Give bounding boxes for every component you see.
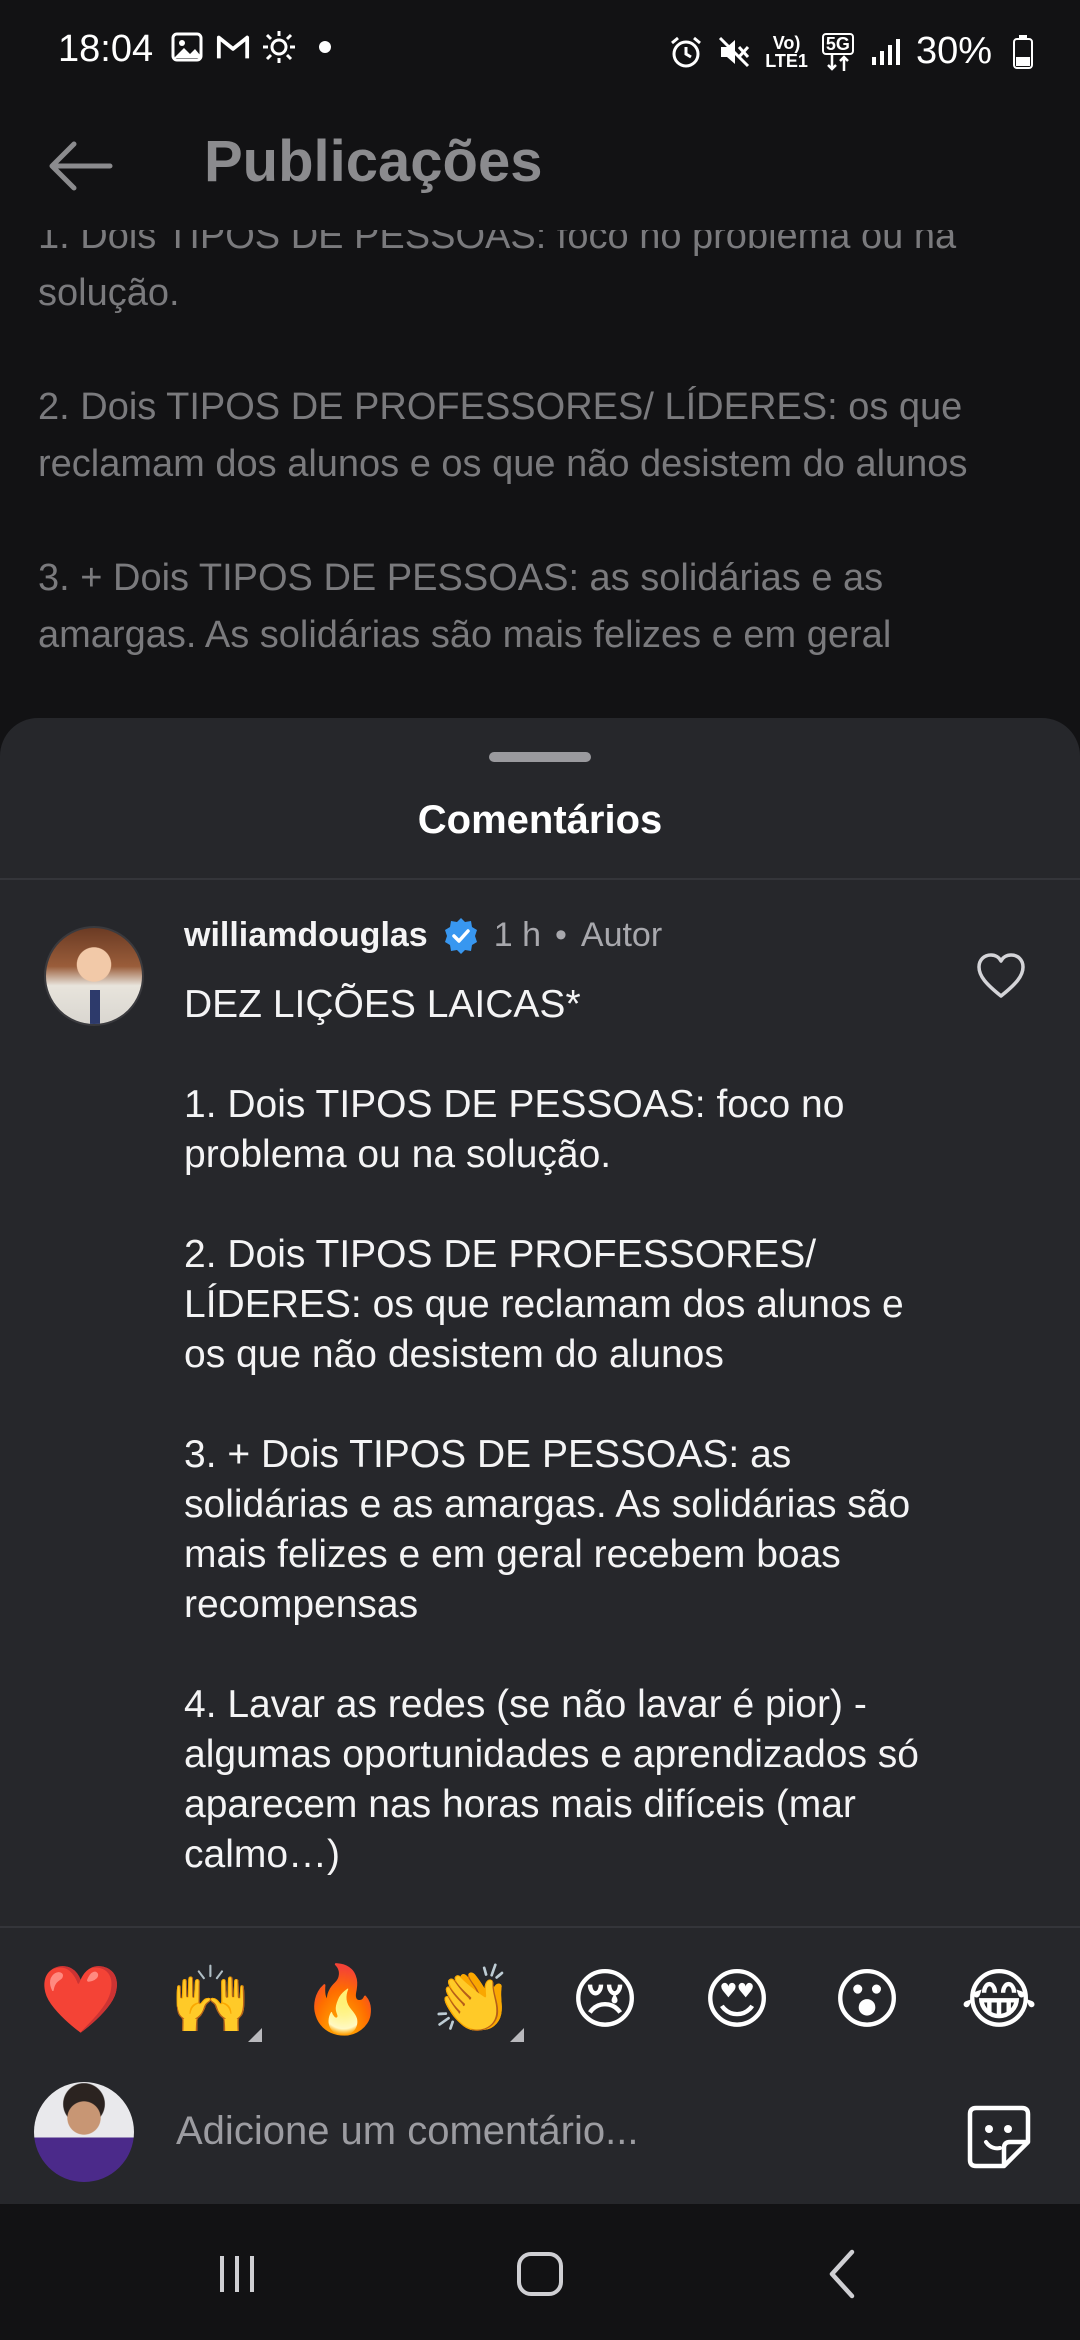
comment-paragraph: 4. Lavar as redes (se não lavar é pior) … [184,1683,920,1876]
emoji-heart-button[interactable]: ❤️ [36,1954,126,2044]
comment-composer [0,2056,1080,2196]
sticker-icon[interactable] [964,2102,1034,2172]
comment-paragraph: 2. Dois TIPOS DE PROFESSORES/ LÍDERES: o… [184,1233,904,1376]
brightness-icon [262,30,296,64]
avatar[interactable] [44,926,144,1026]
alarm-icon [669,35,703,69]
divider [0,878,1080,880]
back-nav-icon[interactable] [808,2244,878,2304]
emoji-clap-button[interactable]: 👏 [428,1954,518,2044]
author-label: Autor [580,916,663,954]
caption-paragraph: 2. Dois TIPOS DE PROFESSORES/ LÍDERES: o… [38,386,968,485]
comment-header: williamdouglas 1 h • Autor [184,916,662,955]
network-5g-label: 5G [821,32,854,71]
sheet-title: Comentários [417,798,663,842]
post-caption: 1. Dois TIPOS DE PESSOAS: foco no proble… [0,230,1080,730]
verified-badge-icon [442,917,480,955]
status-bar: 18:04 Vo) LTE1 5G 30% [0,0,1080,100]
comment-username[interactable]: williamdouglas [184,916,428,955]
comment-text: DEZ LIÇÕES LAICAS* 1. Dois TIPOS DE PESS… [184,980,944,1930]
system-nav-bar [0,2204,1080,2340]
recent-apps-icon[interactable] [202,2244,272,2304]
gmail-icon [216,30,250,64]
comment-input[interactable] [174,2094,938,2168]
home-icon[interactable] [505,2244,575,2304]
mute-icon [717,35,751,69]
comment-paragraph: 1. Dois TIPOS DE PESSOAS: foco no proble… [184,1083,845,1176]
emoji-surprised-button[interactable]: 😮 [822,1954,912,2044]
emoji-raised-hands-button[interactable]: 🙌 [166,1954,256,2044]
comment-item: williamdouglas 1 h • Autor DEZ LIÇÕES LA… [0,914,1080,1914]
app-header: Publicações [0,110,1080,220]
page-title: Publicações [204,129,543,194]
gallery-icon [170,30,204,64]
signal-icon [868,35,902,69]
skin-tone-indicator-icon [248,2028,262,2042]
status-system-icons: Vo) LTE1 5G 30% [669,30,1040,73]
battery-percent: 30% [915,30,992,72]
emoji-reaction-bar: ❤️ 🙌 🔥 👏 😢 😍 😮 😂 [0,1936,1080,2052]
like-heart-icon[interactable] [976,952,1026,1000]
divider [0,1926,1080,1928]
caption-paragraph: 1. Dois TIPOS DE PESSOAS: foco no proble… [38,230,957,314]
status-time: 18:04 [58,28,154,70]
skin-tone-indicator-icon [510,2028,524,2042]
battery-icon [1006,34,1040,69]
drag-handle[interactable] [489,752,591,762]
comment-time: 1 h [493,916,541,954]
volte-label: Vo) LTE1 [765,32,808,71]
comment-paragraph: DEZ LIÇÕES LAICAS* [184,983,581,1026]
emoji-heart-eyes-button[interactable]: 😍 [692,1954,782,2044]
comments-sheet: Comentários williamdouglas 1 h • Autor D… [0,718,1080,2204]
emoji-fire-button[interactable]: 🔥 [298,1954,388,2044]
back-arrow-icon[interactable] [44,138,114,194]
notification-dot-icon [308,30,342,64]
current-user-avatar [34,2082,134,2182]
meta-separator: • [554,916,567,954]
emoji-laughing-button[interactable]: 😂 [954,1954,1044,2044]
emoji-crying-button[interactable]: 😢 [560,1954,650,2044]
comment-paragraph: 3. + Dois TIPOS DE PESSOAS: as solidária… [184,1433,911,1626]
background-post-page: 18:04 Vo) LTE1 5G 30% Publicações 1. Doi… [0,0,1080,760]
status-notification-icons [170,30,342,64]
caption-paragraph: 3. + Dois TIPOS DE PESSOAS: as solidária… [38,557,892,656]
